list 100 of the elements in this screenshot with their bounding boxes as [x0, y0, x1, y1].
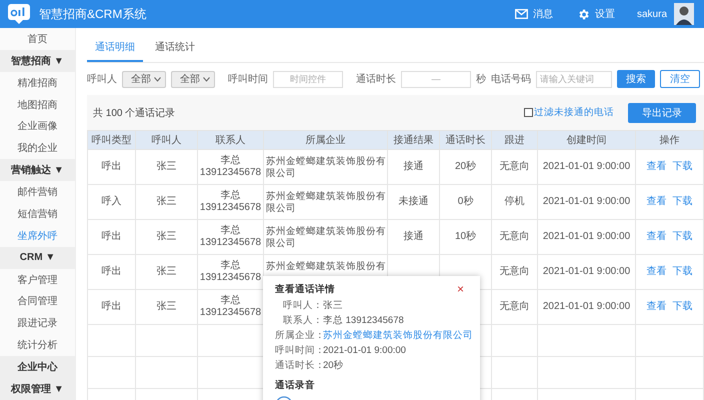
- sidebar-item[interactable]: 精准招商: [0, 72, 75, 94]
- company-link[interactable]: 苏州金螳螂建筑装饰股份有限公司: [323, 329, 473, 342]
- contact-name: 李总: [220, 295, 242, 307]
- action-link[interactable]: 下载: [672, 161, 692, 172]
- detail-label: 通话时长：: [275, 359, 323, 372]
- table-cell: 接通: [404, 161, 424, 172]
- tab[interactable]: 通话统计: [147, 40, 203, 62]
- app-title: 智慧招商&CRM系统: [39, 6, 146, 22]
- table-cell: 无意向: [492, 254, 538, 290]
- column-header: 呼叫类型: [88, 130, 136, 150]
- sidebar-item[interactable]: 地图招商: [0, 94, 75, 116]
- sidebar-item[interactable]: 跟进记录: [0, 312, 75, 334]
- gear-icon: [576, 8, 590, 20]
- user-name[interactable]: sakura: [636, 8, 667, 20]
- mail-icon: [514, 9, 528, 19]
- contact-phone: 13912345678: [198, 202, 262, 214]
- chevron-down-icon: [203, 76, 210, 82]
- record-count: 共 100 个通话记录: [93, 106, 176, 120]
- table-cell: 2021-01-01 9:00:00: [538, 184, 636, 220]
- action-link[interactable]: 下载: [672, 231, 692, 242]
- duration-field[interactable]: —: [401, 70, 471, 88]
- action-link[interactable]: 查看: [646, 301, 666, 312]
- seconds-unit: 秒: [476, 72, 486, 86]
- action-link[interactable]: 下载: [672, 196, 692, 207]
- action-link[interactable]: 查看: [646, 266, 666, 277]
- phone-field[interactable]: 请输入关键词: [536, 70, 612, 88]
- detail-label: 所属企业：: [275, 329, 323, 342]
- contact-phone: 13912345678: [198, 272, 262, 284]
- sidebar-item[interactable]: 营销触达 ▼: [0, 159, 75, 182]
- sidebar-item[interactable]: 我的企业: [0, 137, 75, 160]
- action-link[interactable]: 下载: [672, 266, 692, 277]
- popup-title: 查看通话详情: [275, 282, 335, 296]
- sidebar-item[interactable]: CRM ▼: [0, 246, 75, 269]
- table-cell: 10秒: [454, 231, 476, 242]
- detail-value: 张三: [323, 299, 343, 312]
- column-header: 联系人: [198, 130, 264, 150]
- contact-name: 李总: [220, 260, 242, 272]
- table-cell: 张三: [136, 184, 198, 220]
- table-cell: 20秒: [454, 161, 476, 172]
- logo-icon: [8, 4, 30, 24]
- avatar-icon[interactable]: [674, 3, 694, 25]
- sidebar-item[interactable]: 智慧招商 ▼: [0, 50, 75, 72]
- contact-name: 李总: [220, 225, 242, 237]
- caller-select[interactable]: 全部: [122, 70, 166, 88]
- sidebar-item[interactable]: 企业画像: [0, 116, 75, 138]
- table-cell: 未接通: [398, 196, 428, 207]
- close-button[interactable]: ×: [454, 283, 466, 295]
- table-cell: 张三: [136, 254, 198, 290]
- table-cell: 张三: [136, 220, 198, 254]
- table-cell: 2021-01-01 9:00:00: [538, 254, 636, 290]
- action-link[interactable]: 查看: [646, 196, 666, 207]
- sidebar-item[interactable]: 合同管理: [0, 290, 75, 312]
- table-cell: 停机: [492, 184, 538, 220]
- column-header: 所属企业: [264, 130, 388, 150]
- messages-button[interactable]: 消息: [512, 5, 555, 23]
- call-time-field[interactable]: 时间控件: [273, 70, 343, 88]
- table-cell: 呼入: [88, 184, 136, 220]
- sidebar-item[interactable]: 统计分析: [0, 334, 75, 356]
- column-header: 通话时长: [440, 130, 492, 150]
- column-header: 创建时间: [538, 130, 636, 150]
- detail-label: 呼叫时间：: [275, 344, 323, 357]
- table-cell: 无意向: [492, 220, 538, 254]
- column-header: 操作: [636, 130, 704, 150]
- table-cell: 呼出: [88, 220, 136, 254]
- sidebar-item[interactable]: 权限管理 ▼: [0, 378, 75, 400]
- table-cell: 张三: [136, 290, 198, 324]
- settings-button[interactable]: 设置: [574, 5, 617, 23]
- table-cell: 无意向: [492, 150, 538, 184]
- sidebar-item[interactable]: 邮件营销: [0, 181, 75, 203]
- detail-value: 李总 13912345678: [323, 314, 404, 327]
- filter-unanswered-checkbox[interactable]: 过滤未接通的电话: [524, 106, 614, 119]
- sidebar-item[interactable]: 客户管理: [0, 268, 75, 290]
- recording-title: 通话录音: [275, 379, 316, 392]
- tab[interactable]: 通话明细: [87, 40, 143, 62]
- table-cell: 2021-01-01 9:00:00: [538, 150, 636, 184]
- column-header: 接通结果: [388, 130, 440, 150]
- action-link[interactable]: 下载: [672, 301, 692, 312]
- clear-button[interactable]: 清空: [660, 70, 700, 88]
- sidebar-item[interactable]: 坐席外呼: [0, 224, 75, 247]
- column-header: 呼叫人: [136, 130, 198, 150]
- phone-label: 电话号码: [491, 72, 531, 86]
- sidebar-item[interactable]: 企业中心: [0, 356, 75, 378]
- table-cell: 2021-01-01 9:00:00: [538, 290, 636, 324]
- export-button[interactable]: 导出记录: [628, 102, 696, 122]
- detail-label: 呼叫人：: [282, 299, 323, 312]
- contact-name: 李总: [220, 190, 242, 202]
- detail-value: 2021-01-01 9:00:00: [323, 345, 406, 356]
- search-button[interactable]: 搜索: [617, 70, 655, 88]
- action-link[interactable]: 查看: [646, 231, 666, 242]
- contact-phone: 13912345678: [198, 167, 262, 179]
- contact-phone: 13912345678: [198, 237, 262, 249]
- table-cell: 张三: [136, 150, 198, 184]
- caller-select[interactable]: 全部: [171, 70, 215, 88]
- duration-label: 通话时长: [356, 72, 396, 86]
- sidebar-item[interactable]: 首页: [0, 28, 75, 50]
- call-time-label: 呼叫时间: [228, 72, 268, 86]
- table-cell: 2021-01-01 9:00:00: [538, 220, 636, 254]
- action-link[interactable]: 查看: [646, 161, 666, 172]
- contact-name: 李总: [220, 155, 242, 167]
- sidebar-item[interactable]: 短信营销: [0, 203, 75, 225]
